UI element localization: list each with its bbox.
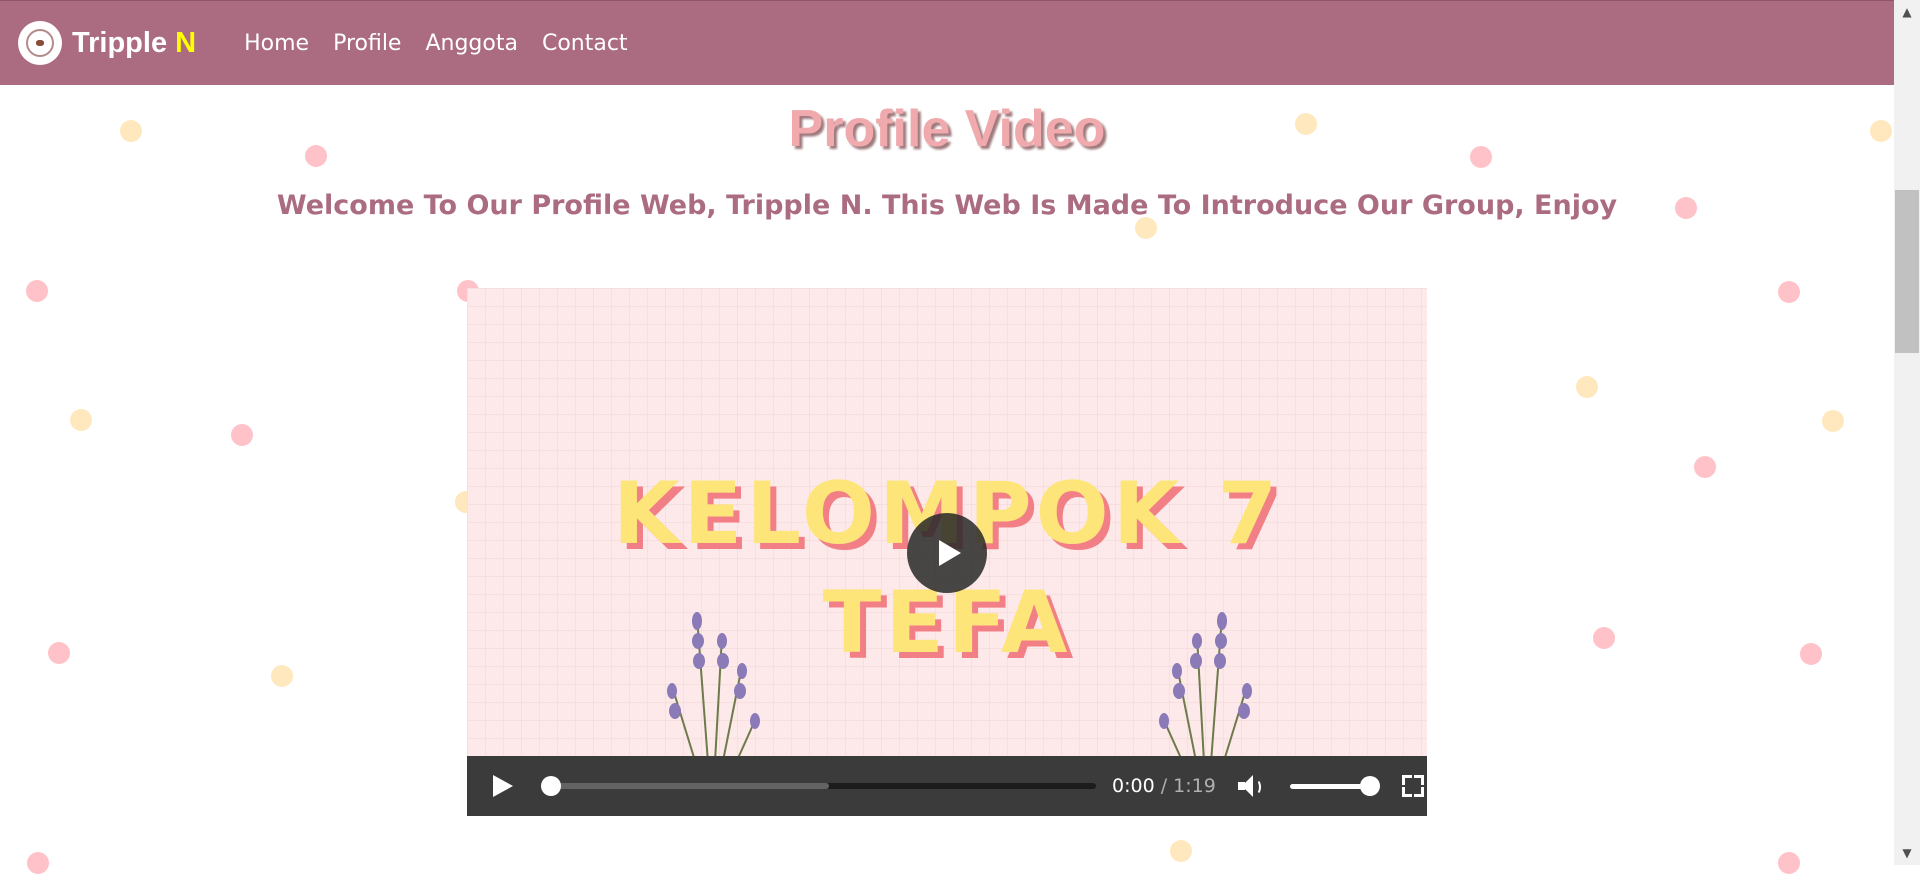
time-separator: / [1160, 775, 1168, 797]
video-duration: 1:19 [1173, 775, 1216, 797]
brand-name-main: Tripple [72, 26, 176, 59]
scroll-down-arrow-icon[interactable]: ▼ [1894, 843, 1920, 863]
seek-bar-handle[interactable] [541, 776, 561, 796]
page-scrollbar[interactable]: ▲ ▼ [1894, 0, 1920, 865]
nav-links: Home Profile Anggota Contact [232, 31, 639, 56]
page-subtitle: Welcome To Our Profile Web, Tripple N. T… [276, 190, 1618, 221]
play-icon [493, 775, 513, 797]
brand-name-accent: N [175, 26, 197, 59]
current-time: 0:00 [1112, 775, 1155, 797]
nav-link-anggota[interactable]: Anggota [413, 31, 530, 56]
seek-bar-buffered [551, 783, 829, 789]
profile-video-player[interactable]: KELOMPOK 7 TEFA 0:00 / 1:19 [467, 288, 1427, 816]
page-title: Profile Video [788, 100, 1106, 158]
time-display: 0:00 / 1:19 [1112, 775, 1216, 797]
nav-link-profile[interactable]: Profile [321, 31, 413, 56]
volume-slider[interactable] [1289, 775, 1380, 796]
play-button[interactable] [493, 774, 515, 798]
scroll-thumb[interactable] [1895, 190, 1919, 353]
video-controls-bar: 0:00 / 1:19 [467, 756, 1427, 816]
scroll-up-arrow-icon[interactable]: ▲ [1894, 2, 1920, 22]
nav-link-home[interactable]: Home [232, 31, 321, 56]
nav-link-contact[interactable]: Contact [530, 31, 640, 56]
logo-icon [18, 21, 62, 65]
volume-icon[interactable] [1237, 774, 1264, 798]
seek-bar[interactable] [541, 776, 1096, 796]
brand-name: Tripple N [72, 27, 196, 60]
big-play-icon [939, 540, 961, 566]
fullscreen-icon[interactable] [1401, 775, 1424, 797]
volume-slider-handle[interactable] [1359, 775, 1380, 796]
volume-slider-fill [1289, 783, 1370, 789]
brand[interactable]: Tripple N [18, 21, 196, 65]
big-play-button[interactable] [907, 513, 987, 593]
top-navbar: Tripple N Home Profile Anggota Contact [0, 0, 1894, 85]
